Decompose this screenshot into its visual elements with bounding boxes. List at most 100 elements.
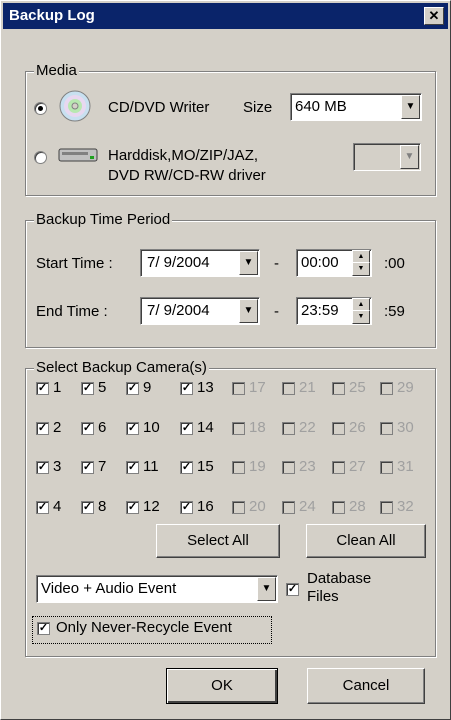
- event-type-dropdown[interactable]: Video + Audio Event ▼: [36, 575, 278, 603]
- camera-22-checkbox: [282, 422, 295, 435]
- camera-12-checkbox[interactable]: ✓: [126, 501, 139, 514]
- media-group: Media CD/DVD Writer Size 640 MB ▼ Harddi…: [25, 62, 436, 196]
- camera-3-label: 3: [53, 458, 62, 475]
- cancel-button[interactable]: Cancel: [307, 668, 425, 704]
- title-bar[interactable]: Backup Log ✕: [3, 3, 448, 29]
- start-date-picker[interactable]: 7/ 9/2004 ▼: [140, 249, 260, 277]
- camera-19-label: 19: [249, 458, 266, 475]
- camera-16-checkbox[interactable]: ✓: [180, 501, 193, 514]
- never-recycle-checkbox[interactable]: ✓: [37, 622, 50, 635]
- camera-4-label: 4: [53, 498, 62, 515]
- end-time-label: End Time :: [36, 303, 108, 320]
- camera-13-checkbox[interactable]: ✓: [180, 382, 193, 395]
- size-label: Size: [243, 99, 273, 116]
- camera-26-checkbox: [332, 422, 345, 435]
- camera-24-label: 24: [299, 498, 316, 515]
- camera-27-label: 27: [349, 458, 366, 475]
- camera-15-checkbox[interactable]: ✓: [180, 461, 193, 474]
- backup-time-period-group: Backup Time Period Start Time : 7/ 9/200…: [25, 211, 436, 348]
- camera-5-checkbox[interactable]: ✓: [81, 382, 94, 395]
- harddisk-radio[interactable]: [34, 151, 47, 164]
- size-dropdown-arrow[interactable]: ▼: [401, 95, 420, 119]
- drive-dropdown-arrow: ▼: [400, 145, 419, 169]
- harddisk-label-line2: DVD RW/CD-RW driver: [108, 167, 266, 184]
- time-period-group-label: Backup Time Period: [34, 211, 173, 228]
- camera-30-checkbox: [380, 422, 393, 435]
- start-date-dropdown-arrow[interactable]: ▼: [239, 251, 258, 275]
- camera-26-label: 26: [349, 419, 366, 436]
- camera-selection-group: Select Backup Camera(s) ✓ 1 ✓ 5 ✓ 9 ✓ 13 17 21 25 2…: [25, 359, 436, 657]
- camera-32-checkbox: [380, 501, 393, 514]
- start-time-spinner[interactable]: 00:00 ▲ ▼: [296, 249, 372, 277]
- camera-8-label: 8: [98, 498, 107, 515]
- database-files-label-line1: Database: [307, 570, 372, 587]
- close-button[interactable]: ✕: [424, 7, 444, 25]
- cd-dvd-writer-label: CD/DVD Writer: [108, 99, 210, 116]
- camera-9-label: 9: [143, 379, 152, 396]
- camera-1-checkbox[interactable]: ✓: [36, 382, 49, 395]
- camera-31-checkbox: [380, 461, 393, 474]
- camera-22-label: 22: [299, 419, 316, 436]
- event-type-value: Video + Audio Event: [41, 580, 177, 597]
- camera-32-label: 32: [397, 498, 414, 515]
- camera-17-checkbox: [232, 382, 245, 395]
- ok-button[interactable]: OK: [166, 668, 278, 704]
- camera-21-checkbox: [282, 382, 295, 395]
- end-date-dropdown-arrow[interactable]: ▼: [239, 299, 258, 323]
- camera-10-checkbox[interactable]: ✓: [126, 422, 139, 435]
- camera-16-label: 16: [197, 498, 214, 515]
- camera-9-checkbox[interactable]: ✓: [126, 382, 139, 395]
- camera-30-label: 30: [397, 419, 414, 436]
- camera-23-checkbox: [282, 461, 295, 474]
- camera-27-checkbox: [332, 461, 345, 474]
- database-files-checkbox[interactable]: ✓: [286, 583, 299, 596]
- camera-17-label: 17: [249, 379, 266, 396]
- camera-28-label: 28: [349, 498, 366, 515]
- camera-5-label: 5: [98, 379, 107, 396]
- drive-dropdown: ▼: [353, 143, 421, 171]
- camera-19-checkbox: [232, 461, 245, 474]
- end-date-value: 7/ 9/2004: [147, 302, 210, 319]
- camera-7-label: 7: [98, 458, 107, 475]
- end-time-spinner[interactable]: 23:59 ▲ ▼: [296, 297, 372, 325]
- camera-11-checkbox[interactable]: ✓: [126, 461, 139, 474]
- camera-10-label: 10: [143, 419, 160, 436]
- camera-13-label: 13: [197, 379, 214, 396]
- camera-25-label: 25: [349, 379, 366, 396]
- camera-21-label: 21: [299, 379, 316, 396]
- database-files-label-line2: Files: [307, 588, 339, 605]
- end-separator: -: [274, 303, 279, 320]
- camera-31-label: 31: [397, 458, 414, 475]
- camera-18-checkbox: [232, 422, 245, 435]
- camera-4-checkbox[interactable]: ✓: [36, 501, 49, 514]
- camera-3-checkbox[interactable]: ✓: [36, 461, 49, 474]
- size-dropdown-value: 640 MB: [295, 98, 347, 115]
- camera-29-label: 29: [397, 379, 414, 396]
- clean-all-button[interactable]: Clean All: [306, 524, 426, 558]
- end-seconds: :59: [384, 303, 405, 320]
- camera-14-checkbox[interactable]: ✓: [180, 422, 193, 435]
- camera-6-checkbox[interactable]: ✓: [81, 422, 94, 435]
- end-date-picker[interactable]: 7/ 9/2004 ▼: [140, 297, 260, 325]
- camera-29-checkbox: [380, 382, 393, 395]
- camera-2-label: 2: [53, 419, 62, 436]
- camera-2-checkbox[interactable]: ✓: [36, 422, 49, 435]
- cd-dvd-writer-radio[interactable]: [34, 102, 47, 115]
- never-recycle-label: Only Never-Recycle Event: [56, 619, 232, 636]
- camera-24-checkbox: [282, 501, 295, 514]
- camera-group-label: Select Backup Camera(s): [34, 359, 209, 376]
- start-date-value: 7/ 9/2004: [147, 254, 210, 271]
- camera-7-checkbox[interactable]: ✓: [81, 461, 94, 474]
- camera-8-checkbox[interactable]: ✓: [81, 501, 94, 514]
- event-type-dropdown-arrow[interactable]: ▼: [257, 577, 276, 601]
- camera-1-label: 1: [53, 379, 62, 396]
- start-time-down-arrow[interactable]: ▼: [352, 262, 370, 276]
- window-title: Backup Log: [9, 7, 95, 24]
- media-group-label: Media: [34, 62, 79, 79]
- select-all-button[interactable]: Select All: [156, 524, 280, 558]
- end-time-down-arrow[interactable]: ▼: [352, 310, 370, 324]
- end-time-value: 23:59: [301, 302, 339, 319]
- size-dropdown[interactable]: 640 MB ▼: [290, 93, 422, 121]
- camera-6-label: 6: [98, 419, 107, 436]
- start-seconds: :00: [384, 255, 405, 272]
